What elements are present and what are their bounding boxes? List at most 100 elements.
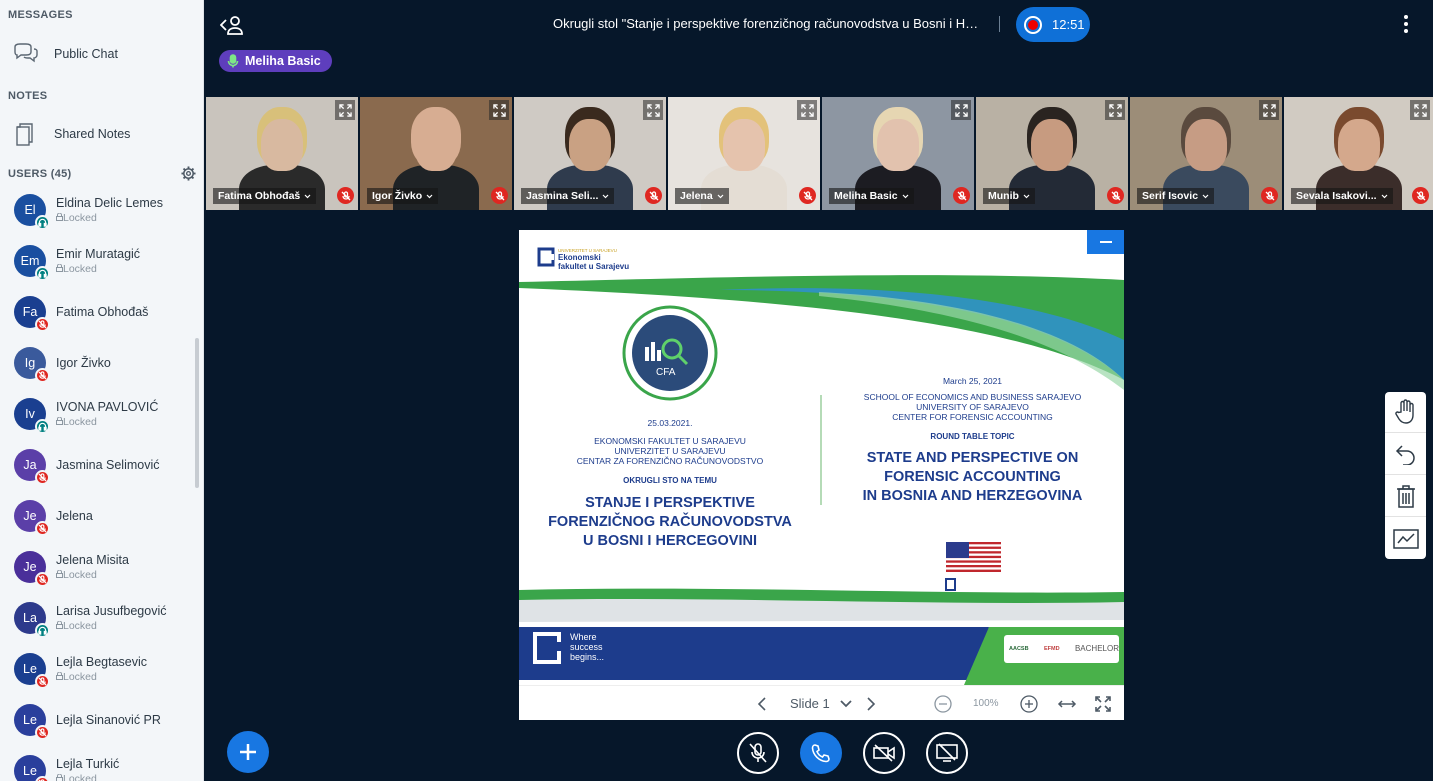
fullscreen-video-button[interactable] bbox=[1410, 100, 1430, 120]
public-chat-item[interactable]: Public Chat bbox=[12, 38, 118, 70]
zoom-in-button[interactable] bbox=[1020, 686, 1038, 721]
chevron-down-icon bbox=[902, 194, 909, 198]
user-name: Igor Živko bbox=[56, 356, 111, 370]
fullscreen-video-button[interactable] bbox=[1259, 100, 1279, 120]
shared-notes-item[interactable]: Shared Notes bbox=[12, 118, 130, 150]
screenshare-button[interactable] bbox=[926, 732, 968, 774]
chevron-left-icon bbox=[757, 696, 766, 711]
user-list-item[interactable]: Em Emir Muratagić Locked bbox=[14, 238, 194, 284]
user-list-item[interactable]: Le Lejla Sinanović PR bbox=[14, 697, 194, 743]
next-slide-button[interactable] bbox=[866, 686, 876, 721]
fullscreen-video-button[interactable] bbox=[797, 100, 817, 120]
user-list-item[interactable]: Le Lejla Begtasevic Locked bbox=[14, 646, 194, 692]
actions-button[interactable] bbox=[227, 731, 269, 773]
fit-width-button[interactable] bbox=[1057, 686, 1077, 721]
whiteboard-icon bbox=[1392, 528, 1419, 549]
lock-icon bbox=[56, 212, 63, 221]
video-tile[interactable]: Munib bbox=[976, 97, 1128, 210]
video-tile[interactable]: Serif Isovic bbox=[1130, 97, 1282, 210]
video-button[interactable] bbox=[863, 732, 905, 774]
fullscreen-video-button[interactable] bbox=[643, 100, 663, 120]
video-name-dropdown[interactable]: Sevala Isakovi... bbox=[1291, 188, 1393, 204]
microphone-off-icon bbox=[1416, 190, 1425, 200]
zoom-out-button[interactable] bbox=[934, 686, 952, 721]
video-name-dropdown[interactable]: Jasmina Seli... bbox=[521, 188, 615, 204]
lock-icon bbox=[56, 569, 63, 578]
video-name: Munib bbox=[988, 190, 1019, 202]
more-options-icon[interactable] bbox=[1402, 14, 1410, 34]
headphones-icon bbox=[38, 422, 47, 431]
video-tile[interactable]: Igor Živko bbox=[360, 97, 512, 210]
user-list-item[interactable]: Iv IVONA PAVLOVIĆ Locked bbox=[14, 391, 194, 437]
user-text: Lejla Sinanović PR bbox=[56, 713, 161, 727]
user-list-item[interactable]: El Eldina Delic Lemes Locked bbox=[14, 188, 194, 233]
video-name-dropdown[interactable]: Meliha Basic bbox=[829, 188, 914, 204]
user-list-item[interactable]: Le Lejla Turkić Locked bbox=[14, 748, 194, 781]
user-name: Lejla Sinanović PR bbox=[56, 713, 161, 727]
prev-slide-button[interactable] bbox=[757, 686, 767, 721]
video-tile[interactable]: Sevala Isakovi... bbox=[1284, 97, 1433, 210]
video-tile[interactable]: Jelena bbox=[668, 97, 820, 210]
meeting-title: Okrugli stol "Stanje i perspektive foren… bbox=[553, 16, 985, 31]
undo-icon bbox=[1395, 445, 1415, 465]
mute-button[interactable] bbox=[737, 732, 779, 774]
locked-label: Locked bbox=[63, 773, 97, 781]
gear-icon[interactable] bbox=[181, 166, 196, 181]
user-text: Emir Muratagić Locked bbox=[56, 247, 140, 275]
user-name: Jelena bbox=[56, 509, 93, 523]
minimize-icon bbox=[1099, 241, 1112, 243]
user-list-item[interactable]: Je Jelena Misita Locked bbox=[14, 544, 194, 590]
video-tile[interactable]: Fatima Obhođaš bbox=[206, 97, 358, 210]
listen-only-badge bbox=[35, 419, 50, 434]
recording-button[interactable]: 12:51 bbox=[1016, 7, 1090, 42]
user-list-item[interactable]: Fa Fatima Obhođaš bbox=[14, 289, 194, 335]
undo-button[interactable] bbox=[1385, 434, 1426, 475]
right-inst3: CENTER FOR FORENSIC ACCOUNTING bbox=[892, 412, 1053, 422]
user-name: Fatima Obhođaš bbox=[56, 305, 149, 319]
avatar: Le bbox=[14, 704, 50, 740]
minimize-presentation-button[interactable] bbox=[1087, 230, 1124, 254]
user-text: Larisa Jusufbegović Locked bbox=[56, 604, 166, 632]
fullscreen-button[interactable] bbox=[1095, 686, 1111, 721]
user-locked-status: Locked bbox=[56, 620, 166, 632]
user-list-item[interactable]: Ig Igor Živko bbox=[14, 340, 194, 386]
user-list-item[interactable]: Je Jelena bbox=[14, 493, 194, 539]
fullscreen-video-button[interactable] bbox=[489, 100, 509, 120]
left-topic: OKRUGLI STO NA TEMU bbox=[623, 476, 717, 485]
muted-badge bbox=[35, 725, 50, 740]
right-inst1: SCHOOL OF ECONOMICS AND BUSINESS SARAJEV… bbox=[863, 392, 1082, 402]
microphone-off-icon bbox=[38, 473, 47, 482]
user-name: Jelena Misita bbox=[56, 553, 129, 567]
video-name-dropdown[interactable]: Serif Isovic bbox=[1137, 188, 1215, 204]
fullscreen-video-button[interactable] bbox=[335, 100, 355, 120]
slide-right-column: March 25, 2021 SCHOOL OF ECONOMICS AND B… bbox=[821, 376, 1124, 504]
talking-indicator[interactable]: Meliha Basic bbox=[219, 50, 332, 72]
microphone-off-icon bbox=[957, 190, 966, 200]
fullscreen-video-button[interactable] bbox=[951, 100, 971, 120]
video-name-dropdown[interactable]: Igor Živko bbox=[367, 188, 439, 204]
shared-notes-label: Shared Notes bbox=[54, 127, 131, 141]
participant-face bbox=[569, 119, 611, 171]
user-list-scrollbar[interactable] bbox=[195, 338, 199, 488]
slide-select[interactable]: Slide 1 bbox=[790, 686, 852, 721]
audio-button[interactable] bbox=[800, 732, 842, 774]
clear-button[interactable] bbox=[1385, 476, 1426, 517]
hand-tool-button[interactable] bbox=[1385, 392, 1426, 433]
video-tile[interactable]: Meliha Basic bbox=[822, 97, 974, 210]
video-off-icon bbox=[873, 744, 895, 762]
video-name-dropdown[interactable]: Fatima Obhođaš bbox=[213, 188, 317, 204]
microphone-off-icon bbox=[749, 743, 767, 763]
toggle-userlist-icon[interactable] bbox=[220, 14, 244, 36]
video-name-dropdown[interactable]: Jelena bbox=[675, 188, 729, 204]
messages-title: MESSAGES bbox=[8, 9, 73, 21]
record-icon bbox=[1024, 15, 1042, 34]
right-date: March 25, 2021 bbox=[942, 376, 1003, 386]
user-list-item[interactable]: Ja Jasmina Selimović bbox=[14, 442, 194, 488]
left-title1: STANJE I PERSPEKTIVE bbox=[585, 495, 755, 511]
fullscreen-video-button[interactable] bbox=[1105, 100, 1125, 120]
video-name: Jasmina Seli... bbox=[526, 190, 599, 202]
multi-user-button[interactable] bbox=[1385, 518, 1426, 559]
user-list-item[interactable]: La Larisa Jusufbegović Locked bbox=[14, 595, 194, 641]
video-tile[interactable]: Jasmina Seli... bbox=[514, 97, 666, 210]
video-name-dropdown[interactable]: Munib bbox=[983, 188, 1035, 204]
